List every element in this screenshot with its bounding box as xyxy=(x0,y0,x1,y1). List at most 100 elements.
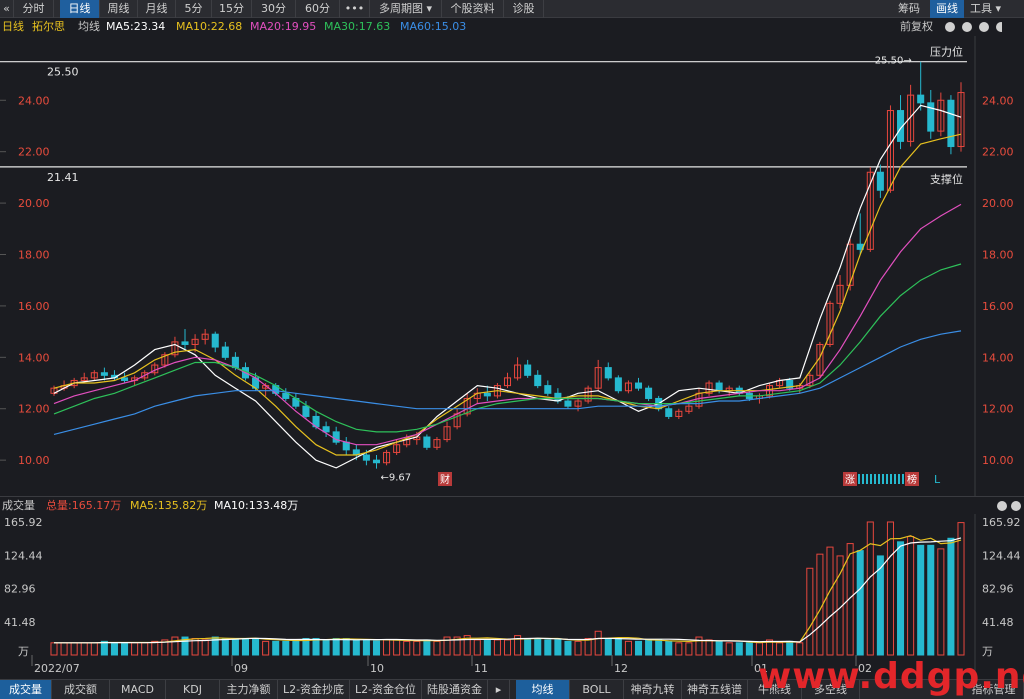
volume-bar xyxy=(231,637,239,656)
tab-td9[interactable]: 神奇九转 xyxy=(624,680,682,699)
volume-bar xyxy=(423,639,431,656)
tools-dropdown[interactable]: 工具 ▾ xyxy=(970,0,1001,18)
level-value-label: 25.50 xyxy=(47,66,79,79)
tab-fenshi[interactable]: 分时 xyxy=(14,0,54,18)
ma-label[interactable]: 均线 xyxy=(78,18,100,36)
volume-bar xyxy=(100,640,108,656)
volume-bar xyxy=(121,642,129,656)
settings-icon[interactable] xyxy=(979,22,989,32)
volume-ma5: MA5:135.82万 xyxy=(130,499,208,512)
vol-right-tick: 82.96 xyxy=(982,583,1014,596)
more-icon[interactable]: ••• xyxy=(340,0,370,18)
tab-monthly[interactable]: 月线 xyxy=(138,0,176,18)
candle-body xyxy=(534,374,542,387)
volume-bar xyxy=(886,521,894,656)
volume-bar xyxy=(342,637,350,656)
volume-bar xyxy=(292,639,300,656)
volume-bar xyxy=(262,640,270,656)
tab-daily[interactable]: 日线 xyxy=(60,0,100,18)
draw-line-button[interactable]: 画线 xyxy=(930,0,964,18)
top-list-marker: 榜 xyxy=(907,473,917,486)
tab-hk-connect[interactable]: 陆股通资金 xyxy=(422,680,488,699)
volume-bar xyxy=(866,521,874,656)
level-name-label: 支撑位 xyxy=(930,172,963,186)
volume-ma10: MA10:133.48万 xyxy=(214,499,299,512)
tab-l2-bottom[interactable]: L2-资金抄底 xyxy=(278,680,350,699)
tab-diagnose[interactable]: 诊股 xyxy=(504,0,544,18)
tab-60min[interactable]: 60分 xyxy=(296,0,340,18)
right-price-tick: 16.00 xyxy=(982,300,1014,313)
candle-body xyxy=(423,436,431,448)
tab-macd[interactable]: MACD xyxy=(110,680,166,699)
volume-bar xyxy=(786,640,794,656)
volume-bar xyxy=(362,639,370,656)
volume-bar xyxy=(604,637,612,656)
volume-settings-icon[interactable] xyxy=(1011,501,1021,511)
candle-body xyxy=(221,346,229,358)
tab-turnover[interactable]: 成交额 xyxy=(52,680,110,699)
volume-bar xyxy=(493,639,501,656)
volume-bar xyxy=(675,642,683,656)
tab-weekly[interactable]: 周线 xyxy=(100,0,138,18)
tab-30min[interactable]: 30分 xyxy=(252,0,296,18)
volume-bar xyxy=(252,637,260,656)
l-marker: L xyxy=(934,473,941,486)
volume-title[interactable]: 成交量 xyxy=(2,497,35,515)
vol-left-tick: 41.48 xyxy=(4,616,36,629)
tab-kdj[interactable]: KDJ xyxy=(166,680,220,699)
tab-five-lines[interactable]: 神奇五线谱 xyxy=(682,680,748,699)
zoom-out-icon[interactable] xyxy=(945,22,955,32)
volume-bar xyxy=(645,639,653,656)
zoom-in-icon[interactable] xyxy=(962,22,972,32)
volume-bar xyxy=(614,637,622,656)
tab-ma[interactable]: 均线 xyxy=(516,680,570,699)
volume-panel-icons xyxy=(997,501,1021,511)
candle-body xyxy=(645,387,653,399)
tab-volume[interactable]: 成交量 xyxy=(0,680,52,699)
volume-bar xyxy=(372,640,381,656)
volume-bar xyxy=(503,639,512,656)
tab-main-net[interactable]: 主力净额 xyxy=(220,680,278,699)
right-price-tick: 14.00 xyxy=(982,351,1014,364)
fq-dropdown[interactable]: 前复权 xyxy=(900,18,933,36)
x-axis-label: 12 xyxy=(614,662,628,675)
volume-bar xyxy=(483,639,491,656)
volume-bar xyxy=(685,642,693,656)
candle-body xyxy=(634,382,643,389)
volume-bar xyxy=(917,544,925,656)
volume-bar xyxy=(655,639,663,656)
volume-bar xyxy=(937,548,945,656)
candle-body xyxy=(614,377,622,392)
candle-body xyxy=(483,392,491,397)
tab-boll[interactable]: BOLL xyxy=(570,680,624,699)
volume-bar xyxy=(131,642,139,656)
right-price-tick: 12.00 xyxy=(982,403,1014,416)
period-toolbar: « 分时 日线 周线 月线 5分 15分 30分 60分 ••• 多周期图 ▾ … xyxy=(0,0,1024,18)
tab-l2-position[interactable]: L2-资金仓位 xyxy=(350,680,422,699)
signal-tick xyxy=(866,474,868,484)
volume-bar xyxy=(383,639,391,656)
tabs-more-icon[interactable]: ▸ xyxy=(488,680,510,699)
volume-chart[interactable]: 165.92 165.92 124.44 124.44 82.96 82.96 41.48 4… xyxy=(0,514,1024,679)
multi-period-dropdown[interactable]: 多周期图 ▾ xyxy=(370,0,442,18)
volume-bar xyxy=(151,640,159,656)
candlestick-chart[interactable]: 24.00 24.00 22.00 22.00 20.00 20.00 18.00 18.00… xyxy=(0,36,1024,496)
chips-button[interactable]: 筹码 xyxy=(898,0,920,18)
signal-tick xyxy=(858,474,860,484)
close-icon[interactable] xyxy=(996,22,1002,32)
tab-5min[interactable]: 5分 xyxy=(176,0,212,18)
right-price-tick: 10.00 xyxy=(982,454,1014,467)
back-icon[interactable]: « xyxy=(0,0,14,18)
stock-name[interactable]: 拓尔思 xyxy=(32,18,65,36)
volume-bar xyxy=(826,546,834,656)
tab-15min[interactable]: 15分 xyxy=(212,0,252,18)
volume-bar xyxy=(282,640,290,656)
volume-bar xyxy=(735,642,743,656)
volume-bar xyxy=(634,640,643,656)
tab-stock-profile[interactable]: 个股资料 xyxy=(442,0,504,18)
volume-bar xyxy=(332,637,340,656)
volume-close-icon[interactable] xyxy=(997,501,1007,511)
right-price-tick: 20.00 xyxy=(982,197,1014,210)
signal-tick xyxy=(874,474,876,484)
volume-bar xyxy=(725,642,733,656)
